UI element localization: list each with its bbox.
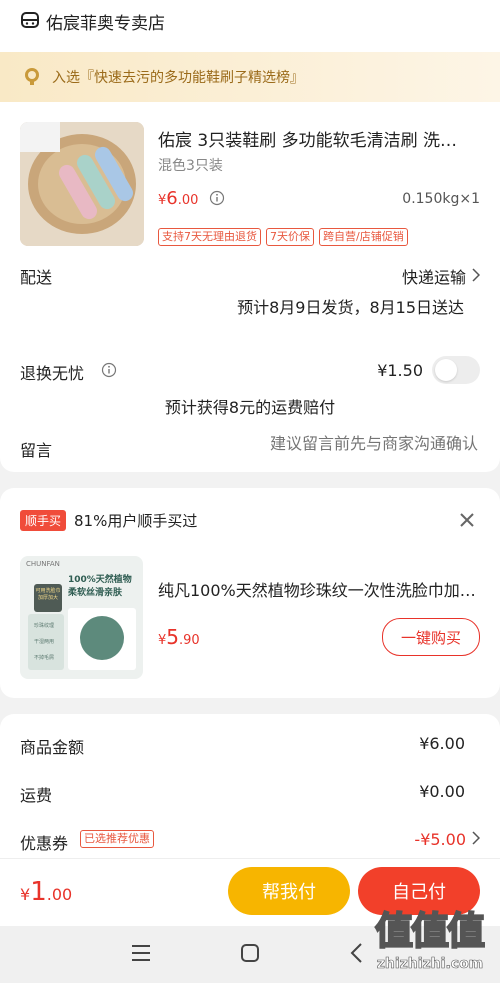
one-click-buy-button[interactable]: 一键购买 bbox=[382, 618, 480, 656]
store-header: 佑宸菲奥专卖店 bbox=[0, 0, 500, 52]
product-title[interactable]: 佑宸 3只装鞋刷 多功能软毛清洁刷 洗… bbox=[158, 126, 457, 151]
shipping-value: ¥0.00 bbox=[419, 782, 465, 801]
coupon-value: -¥5.00 bbox=[414, 830, 466, 849]
help-pay-button[interactable]: 帮我付 bbox=[228, 867, 350, 915]
shipping-label: 运费 bbox=[20, 786, 53, 805]
delivery-label: 配送 bbox=[20, 268, 53, 287]
delivery-method: 快递运输 bbox=[401, 268, 466, 287]
upsell-price: ¥5.90 bbox=[158, 625, 200, 649]
delivery-estimate: 预计8月9日发货，8月15日送达 bbox=[237, 298, 464, 317]
menu-icon[interactable] bbox=[131, 944, 151, 966]
coupon-tag: 已选推荐优惠 bbox=[80, 830, 154, 848]
watermark: 值值值 zhizhizhi.com bbox=[374, 908, 486, 972]
subtotal-value: ¥6.00 bbox=[419, 734, 465, 753]
back-icon[interactable] bbox=[350, 943, 362, 967]
message-label: 留言 bbox=[20, 441, 53, 460]
store-name[interactable]: 佑宸菲奥专卖店 bbox=[46, 9, 165, 34]
chevron-right-icon bbox=[472, 830, 481, 849]
price-summary: 商品金额 ¥6.00 运费 ¥0.00 优惠券 已选推荐优惠 -¥5.00 bbox=[0, 714, 500, 874]
product-thumbnail[interactable] bbox=[20, 122, 144, 246]
coupon-label: 优惠券 bbox=[20, 834, 69, 853]
service-tag: 7天价保 bbox=[266, 228, 314, 246]
delivery-method-selector[interactable]: 快递运输 bbox=[401, 264, 481, 288]
home-square-icon[interactable] bbox=[240, 943, 260, 967]
weight-quantity[interactable]: 0.150kg×1 bbox=[402, 191, 480, 207]
store-icon bbox=[20, 10, 40, 34]
returns-toggle[interactable] bbox=[432, 356, 480, 384]
message-input[interactable] bbox=[216, 433, 480, 454]
info-icon[interactable] bbox=[209, 190, 225, 210]
subtotal-label: 商品金额 bbox=[20, 738, 85, 757]
upsell-card: 顺手买 81%用户顺手买过 CHUNFAN 100%天然植物 柔软丝滑亲肤 可用… bbox=[0, 488, 500, 698]
service-tags: 支持7天无理由退货 7天价保 跨自营/店铺促销 bbox=[158, 225, 413, 246]
chevron-right-icon bbox=[472, 267, 481, 286]
total-price: ¥1.00 bbox=[20, 877, 73, 907]
info-icon[interactable] bbox=[101, 362, 117, 382]
returns-price: ¥1.50 bbox=[377, 361, 423, 380]
coupon-selector[interactable]: -¥5.00 bbox=[414, 830, 481, 849]
service-tag: 跨自营/店铺促销 bbox=[319, 228, 408, 246]
upsell-thumbnail[interactable]: CHUNFAN 100%天然植物 柔软丝滑亲肤 可用洗脸巾 加厚加大 珍珠纹理 … bbox=[20, 556, 143, 679]
upsell-item-title[interactable]: 纯凡100%天然植物珍珠纹一次性洗脸巾加… bbox=[158, 577, 476, 601]
ranking-banner[interactable]: 入选『快速去污的多功能鞋刷子精选榜』 bbox=[0, 52, 500, 102]
upsell-badge: 顺手买 bbox=[20, 510, 67, 531]
banner-text: 入选『快速去污的多功能鞋刷子精选榜』 bbox=[52, 70, 304, 86]
returns-note: 预计获得8元的运费赔付 bbox=[164, 398, 336, 417]
product-variant[interactable]: 混色3只装 bbox=[158, 155, 223, 175]
upsell-headline: 81%用户顺手买过 bbox=[74, 512, 198, 530]
trophy-icon bbox=[22, 66, 42, 90]
service-tag: 支持7天无理由退货 bbox=[158, 228, 261, 246]
order-card: 佑宸 3只装鞋刷 多功能软毛清洁刷 洗… 混色3只装 ¥6.00 0.150kg… bbox=[0, 102, 500, 472]
close-icon[interactable] bbox=[460, 512, 474, 531]
returns-label: 退换无忧 bbox=[20, 364, 85, 383]
product-price: ¥6.00 bbox=[158, 188, 199, 209]
